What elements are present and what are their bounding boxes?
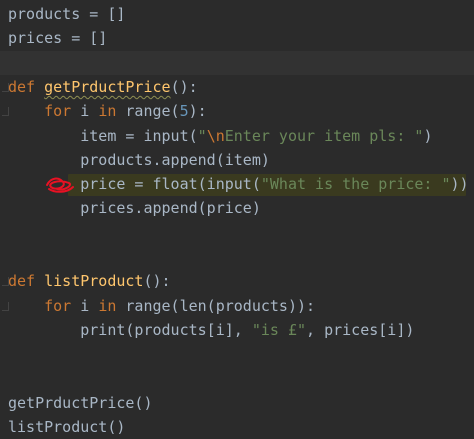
code-line[interactable]: getPrductPrice() xyxy=(0,391,474,415)
code-text: price = float(input("What is the price: … xyxy=(8,172,469,196)
code-token: "is £" xyxy=(251,320,307,339)
fold-marker-icon[interactable] xyxy=(2,277,9,287)
code-token: i xyxy=(80,296,99,315)
code-text: def getPrductPrice(): xyxy=(8,75,198,99)
code-token: for xyxy=(8,296,81,315)
code-token: , prices[i]) xyxy=(306,320,415,339)
code-text: prices.append(price) xyxy=(8,196,261,220)
code-token: def xyxy=(8,272,45,291)
code-line[interactable]: def getPrductPrice(): xyxy=(0,75,474,99)
fold-marker-icon[interactable] xyxy=(2,107,9,117)
code-text: item = input("\nEnter your item pls: ") xyxy=(8,124,432,148)
code-token: ): xyxy=(188,102,207,121)
code-line[interactable] xyxy=(0,221,474,245)
code-token: (): xyxy=(143,272,171,291)
code-token: price = float(input( xyxy=(8,175,261,194)
code-text: for i in range(len(products)): xyxy=(8,294,315,318)
fold-marker-icon[interactable] xyxy=(2,301,9,311)
code-token: getPrductPrice xyxy=(44,77,171,96)
code-token: )) xyxy=(450,175,469,194)
code-token: in xyxy=(98,296,126,315)
code-token: for xyxy=(8,102,81,121)
code-token: in xyxy=(98,102,126,121)
code-line[interactable]: def listProduct(): xyxy=(0,269,474,293)
code-line[interactable]: price = float(input("What is the price: … xyxy=(0,172,474,197)
code-line[interactable] xyxy=(0,367,474,391)
code-line[interactable]: for i in range(len(products)): xyxy=(0,294,474,318)
code-text: products.append(item) xyxy=(8,148,270,172)
code-line[interactable]: for i in range(5): xyxy=(0,99,474,123)
code-token: def xyxy=(8,77,45,96)
code-line[interactable]: products = [] xyxy=(0,2,474,26)
code-token: (): xyxy=(170,77,198,96)
code-line[interactable]: prices = [] xyxy=(0,26,474,50)
code-text: products = [] xyxy=(8,2,125,26)
code-token: range( xyxy=(125,102,180,121)
code-token: getPrductPrice() xyxy=(8,393,153,412)
code-line[interactable]: item = input("\nEnter your item pls: ") xyxy=(0,124,474,148)
code-token: item = input( xyxy=(8,126,198,145)
code-token: products = [] xyxy=(8,5,126,23)
code-token: prices.append(price) xyxy=(8,199,261,218)
code-token: "What is the price: " xyxy=(260,175,451,194)
code-token: products.append(item) xyxy=(8,150,270,169)
code-text: getPrductPrice() xyxy=(8,391,153,415)
code-text: def listProduct(): xyxy=(8,269,171,293)
code-token: i xyxy=(80,102,99,121)
code-line[interactable]: print(products[i], "is £", prices[i]) xyxy=(0,318,474,342)
code-editor[interactable]: products = [] prices = [] def getPrductPri… xyxy=(0,0,474,438)
code-line[interactable]: products.append(item) xyxy=(0,148,474,172)
code-line[interactable] xyxy=(0,50,474,75)
code-token: Enter your item pls: " xyxy=(224,126,424,145)
code-token: 5 xyxy=(179,102,189,121)
code-token: prices = [] xyxy=(8,29,108,48)
fold-marker-icon[interactable] xyxy=(2,82,9,92)
code-token: \n xyxy=(206,126,225,145)
code-line[interactable]: listProduct() xyxy=(0,415,474,439)
code-token: listProduct xyxy=(44,272,144,291)
code-text: listProduct() xyxy=(8,415,125,439)
code-line[interactable]: prices.append(price) xyxy=(0,196,474,220)
code-text: for i in range(5): xyxy=(8,99,207,123)
code-token: listProduct() xyxy=(8,418,126,437)
code-text: print(products[i], "is £", prices[i]) xyxy=(8,318,414,342)
code-text: prices = [] xyxy=(8,26,107,50)
code-token: ) xyxy=(423,126,433,145)
code-line[interactable] xyxy=(0,245,474,269)
code-line[interactable] xyxy=(0,342,474,366)
code-token: print(products[i], xyxy=(8,320,252,339)
code-token: range(len(products)): xyxy=(125,296,316,315)
code-token: " xyxy=(197,126,207,145)
